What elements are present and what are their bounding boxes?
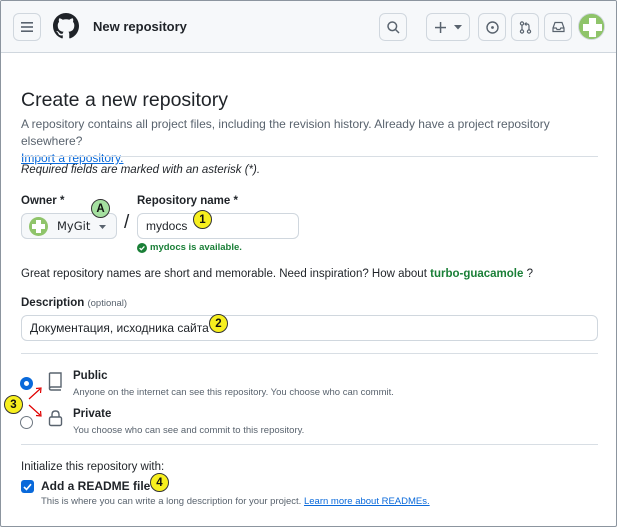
search-button[interactable] <box>379 13 407 41</box>
annotation-marker-a: A <box>91 199 110 218</box>
pull-request-icon <box>519 20 531 34</box>
chevron-down-icon <box>99 225 106 229</box>
pull-requests-button[interactable] <box>511 13 539 41</box>
page-title-header: New repository <box>93 19 187 34</box>
availability-text: mydocs is available. <box>150 242 242 253</box>
owner-repo-separator: / <box>124 212 130 233</box>
private-title: Private <box>73 408 112 420</box>
description-input[interactable]: Документация, исходника сайта <box>21 315 598 341</box>
chevron-down-icon <box>453 24 462 29</box>
divider <box>21 353 598 354</box>
checkmark-icon <box>23 483 32 491</box>
name-hint: Great repository names are short and mem… <box>21 268 533 280</box>
owner-name: MyGit <box>57 219 91 233</box>
avatar[interactable] <box>578 13 605 40</box>
hamburger-button[interactable] <box>13 13 41 41</box>
annotation-marker-3: 3 <box>4 395 23 414</box>
create-new-button[interactable] <box>426 13 470 41</box>
search-icon <box>386 20 400 34</box>
import-repository-link[interactable]: Import a repository. <box>21 151 123 165</box>
page-subtitle: A repository contains all project files,… <box>21 116 596 167</box>
lock-icon <box>48 410 63 427</box>
public-title: Public <box>73 370 108 382</box>
issues-icon <box>485 20 499 34</box>
public-description: Anyone on the internet can see this repo… <box>73 387 394 398</box>
readme-description-text: This is where you can write a long descr… <box>41 496 302 507</box>
inbox-icon <box>551 21 565 33</box>
annotation-marker-2: 2 <box>209 314 228 333</box>
check-circle-icon <box>137 242 147 253</box>
description-optional: (optional) <box>87 298 128 309</box>
annotation-arrows <box>28 387 42 417</box>
repository-name-input[interactable]: mydocs <box>137 213 299 239</box>
description-label: Description (optional) <box>21 297 127 309</box>
hamburger-icon <box>21 22 33 32</box>
readme-checkbox[interactable] <box>21 480 34 493</box>
plus-icon <box>434 21 446 33</box>
top-bar: New repository <box>1 1 616 53</box>
availability-status: mydocs is available. <box>137 242 242 253</box>
name-suggestion[interactable]: turbo-guacamole <box>430 268 523 280</box>
hint-text: Great repository names are short and mem… <box>21 268 427 280</box>
page-heading: Create a new repository <box>21 89 229 111</box>
readme-label[interactable]: Add a README file <box>41 479 150 493</box>
hint-end: ? <box>526 268 534 280</box>
required-note: Required fields are marked with an aster… <box>21 164 261 176</box>
private-description: You choose who can see and commit to thi… <box>73 425 305 436</box>
annotation-marker-1: 1 <box>193 210 212 229</box>
readme-learn-more-link[interactable]: Learn more about READMEs. <box>304 496 430 507</box>
divider <box>21 156 598 157</box>
issues-button[interactable] <box>478 13 506 41</box>
subtitle-text: A repository contains all project files,… <box>21 117 550 148</box>
inbox-button[interactable] <box>544 13 572 41</box>
owner-avatar <box>29 216 48 236</box>
description-label-text: Description <box>21 297 85 309</box>
repository-name-label: Repository name * <box>137 195 238 207</box>
github-logo[interactable] <box>53 13 79 39</box>
divider <box>21 444 598 445</box>
app-window: New repository Create a new repository A… <box>0 0 617 527</box>
repo-book-icon <box>48 372 62 391</box>
avatar-identicon <box>579 14 604 39</box>
owner-label: Owner * <box>21 195 65 207</box>
readme-description: This is where you can write a long descr… <box>41 496 430 507</box>
annotation-marker-4: 4 <box>150 473 169 492</box>
initialize-heading: Initialize this repository with: <box>21 461 165 473</box>
